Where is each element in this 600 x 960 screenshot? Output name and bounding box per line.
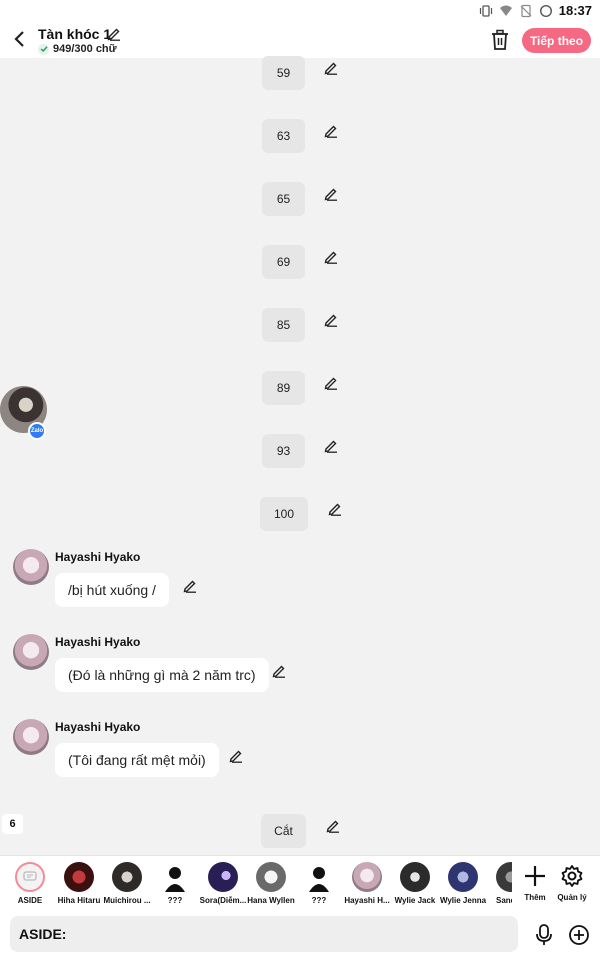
avatar [112,862,142,892]
gear-icon [561,865,583,887]
avatar[interactable] [13,719,49,755]
status-bar: 18:37 [0,0,600,22]
sender-name: Hayashi Hyako [55,635,141,649]
wifi-icon [499,5,512,16]
back-button[interactable] [8,26,30,52]
word-count: 949/300 chữ [38,43,117,55]
message-input[interactable] [10,916,518,952]
character-label: Wylie Jack [394,896,436,905]
character-label: Sora(Diễm... [199,896,247,905]
character-label: ASIDE [17,896,43,905]
character-item[interactable]: Muichirou ... [102,860,152,908]
clock: 18:37 [558,3,592,18]
plus-icon [525,866,545,886]
message-bubble[interactable]: 59 [262,56,305,90]
sender-name: Hayashi Hyako [55,550,141,564]
edit-icon[interactable] [323,375,338,390]
avatar [448,862,478,892]
page-title: Tàn khóc 1 [38,26,112,42]
header: Tàn khóc 1 949/300 chữ Tiếp theo [0,22,600,58]
word-count-text: 949/300 chữ [53,43,117,55]
character-item[interactable]: Sand [486,860,512,908]
character-label: ??? [167,896,183,905]
floating-avatar[interactable]: Zalo [0,386,47,440]
edit-icon[interactable] [182,578,197,593]
avatar [160,862,190,892]
character-item[interactable]: Wylie Jack [390,860,440,908]
character-item[interactable]: ??? [294,860,344,908]
character-label: Sand [496,896,512,905]
avatar [64,862,94,892]
character-label: Wylie Jenna [439,896,487,905]
edit-icon[interactable] [323,186,338,201]
avatar [208,862,238,892]
message-bubble[interactable]: 63 [262,119,305,153]
zalo-badge: Zalo [28,422,46,440]
character-item[interactable]: ??? [150,860,200,908]
message-bubble[interactable]: 100 [260,497,308,531]
no-sim-icon [520,4,532,17]
vibrate-icon [479,4,492,17]
avatar [256,862,286,892]
next-button[interactable]: Tiếp theo [522,28,591,53]
edit-icon[interactable] [228,748,243,763]
edit-icon[interactable] [271,663,286,678]
message-bubble[interactable]: 89 [262,371,305,405]
cut-bubble[interactable]: Cắt [261,814,306,848]
chat-message[interactable]: (Tôi đang rất mệt mỏi) [55,743,219,777]
character-item[interactable]: Wylie Jenna [438,860,488,908]
character-aside[interactable]: ASIDE [0,860,50,908]
microphone-icon[interactable] [534,924,554,946]
aside-icon [15,862,45,892]
message-bubble[interactable]: 85 [262,308,305,342]
avatar[interactable] [13,549,49,585]
message-bubble[interactable]: 65 [262,182,305,216]
character-label: ??? [311,896,327,905]
character-item[interactable]: Hana Wyllen [246,860,296,908]
add-label: Thêm [524,893,546,902]
avatar [496,862,512,892]
battery-circle-icon [539,4,552,17]
character-label: Hayashi H... [344,896,390,905]
edit-icon[interactable] [323,60,338,75]
manage-label: Quản lý [557,893,587,902]
avatar [400,862,430,892]
edit-icon[interactable] [325,818,340,833]
trash-icon[interactable] [490,29,510,51]
back-arrow-icon [14,31,24,47]
input-bar [0,910,600,960]
sender-name: Hayashi Hyako [55,720,141,734]
edit-title-icon[interactable] [106,26,121,41]
status-icons: 18:37 [479,3,592,18]
character-bar: ASIDE Hiha Hitaru Muichirou ... ??? Sora… [0,855,600,910]
chat-message[interactable]: /bị hút xuống / [55,573,169,607]
avatar [304,862,334,892]
avatar[interactable] [13,634,49,670]
edit-icon[interactable] [323,438,338,453]
add-character-button[interactable]: Thêm [520,860,550,908]
message-bubble[interactable]: 93 [262,434,305,468]
message-bubble[interactable]: 69 [262,245,305,279]
manage-button[interactable]: Quản lý [557,860,587,908]
character-label: Muichirou ... [103,896,151,905]
edit-icon[interactable] [323,123,338,138]
chat-message[interactable]: (Đó là những gì mà 2 năm trc) [55,658,269,692]
edit-icon[interactable] [323,312,338,327]
side-badge: 6 [2,814,23,834]
character-label: Hana Wyllen [247,896,295,905]
edit-icon[interactable] [327,501,342,516]
edit-icon[interactable] [323,249,338,264]
avatar [352,862,382,892]
character-item[interactable]: Hayashi H... [342,860,392,908]
character-item[interactable]: Sora(Diễm... [198,860,248,908]
character-label: Hiha Hitaru [57,896,101,905]
character-item[interactable]: Hiha Hitaru [54,860,104,908]
check-icon [38,43,49,55]
add-circle-icon[interactable] [568,924,590,946]
